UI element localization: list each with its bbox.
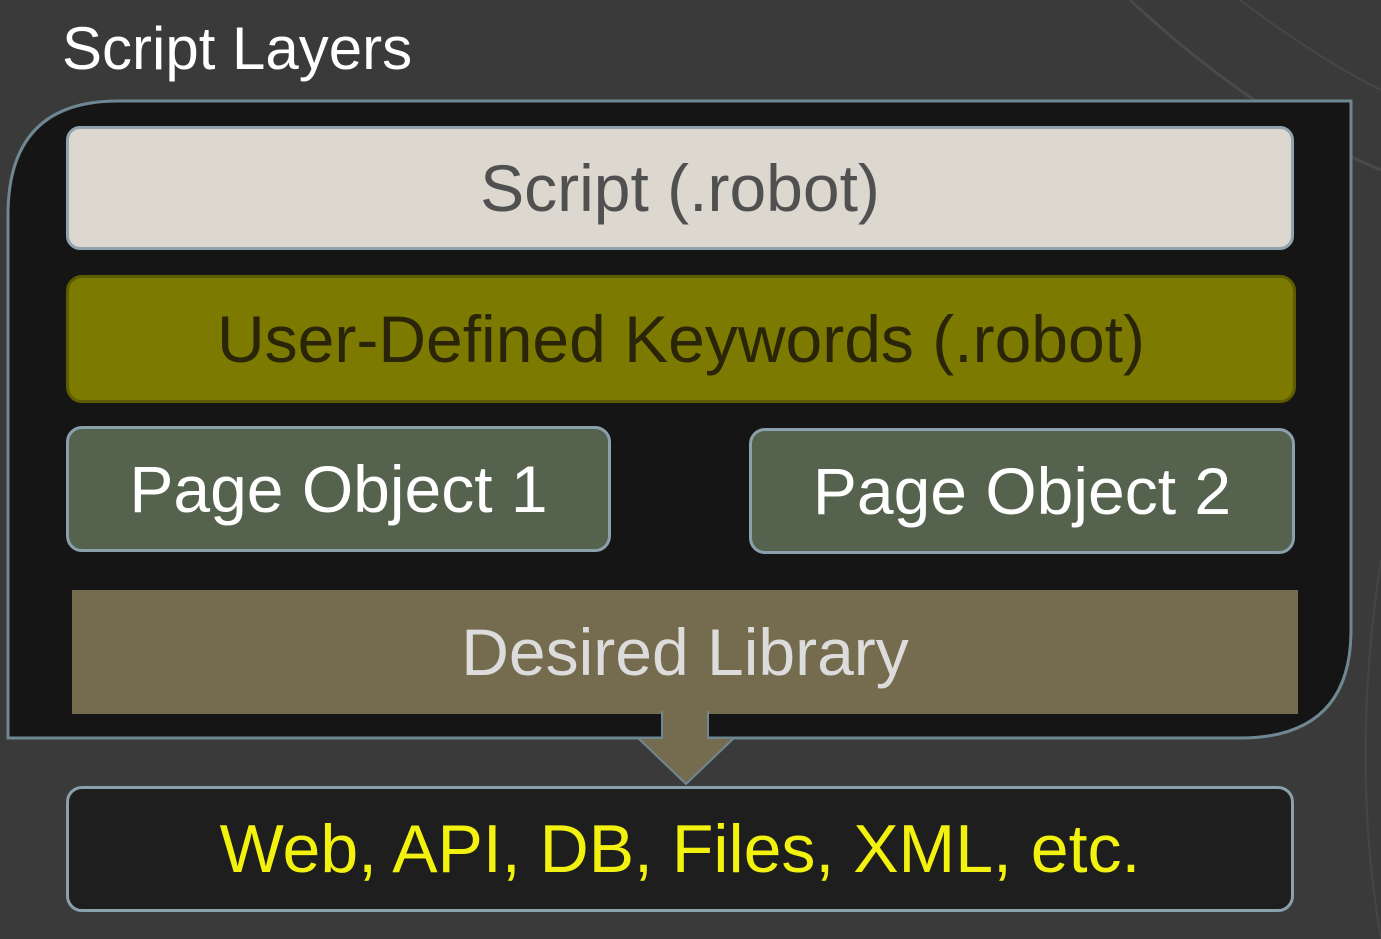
page-object-1-box: Page Object 1 xyxy=(66,426,611,552)
page-object-2-box: Page Object 2 xyxy=(749,428,1295,554)
user-defined-keywords-box: User-Defined Keywords (.robot) xyxy=(66,275,1296,403)
targets-box: Web, API, DB, Files, XML, etc. xyxy=(66,786,1294,912)
desired-library-box: Desired Library xyxy=(72,590,1298,714)
script-layer-box: Script (.robot) xyxy=(66,126,1294,250)
